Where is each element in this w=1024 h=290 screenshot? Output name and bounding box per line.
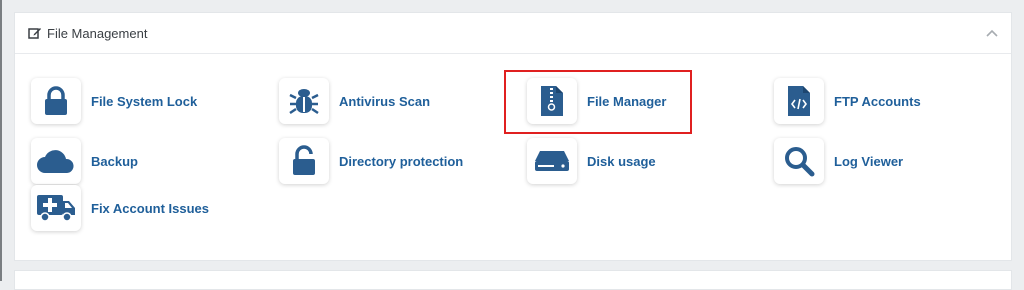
- tool-file-system-lock[interactable]: File System Lock: [31, 78, 197, 124]
- next-panel: [14, 270, 1012, 290]
- lock-icon: [31, 78, 81, 124]
- tool-log-viewer[interactable]: Log Viewer: [774, 138, 903, 184]
- tool-label: Disk usage: [587, 153, 656, 169]
- tool-file-manager[interactable]: File Manager: [527, 78, 666, 124]
- edit-icon: [28, 26, 42, 40]
- code-file-icon: [774, 78, 824, 124]
- panel-header: File Management: [15, 13, 1011, 54]
- tool-fix-account-issues[interactable]: Fix Account Issues: [31, 185, 209, 231]
- chevron-up-icon: [986, 29, 998, 37]
- tool-label: Backup: [91, 153, 138, 169]
- window-left-edge: [0, 0, 2, 281]
- tool-label: File System Lock: [91, 93, 198, 109]
- hard-drive-icon: [527, 138, 577, 184]
- tool-directory-protection[interactable]: Directory protection: [279, 138, 463, 184]
- ambulance-icon: [31, 185, 81, 231]
- bug-icon: [279, 78, 329, 124]
- tool-label: Antivirus Scan: [339, 93, 431, 109]
- tool-label: Directory protection: [339, 153, 464, 169]
- unlock-icon: [279, 138, 329, 184]
- zip-file-icon: [527, 78, 577, 124]
- tool-label: FTP Accounts: [834, 93, 921, 109]
- panel-title: File Management: [47, 25, 148, 41]
- tool-disk-usage[interactable]: Disk usage: [527, 138, 656, 184]
- collapse-button[interactable]: [985, 26, 999, 40]
- tool-label: File Manager: [587, 93, 667, 109]
- tool-backup[interactable]: Backup: [31, 138, 138, 184]
- tool-ftp-accounts[interactable]: FTP Accounts: [774, 78, 921, 124]
- tool-antivirus-scan[interactable]: Antivirus Scan: [279, 78, 430, 124]
- tool-label: Fix Account Issues: [91, 200, 209, 216]
- search-icon: [774, 138, 824, 184]
- tool-label: Log Viewer: [834, 153, 904, 169]
- cloud-icon: [31, 138, 81, 184]
